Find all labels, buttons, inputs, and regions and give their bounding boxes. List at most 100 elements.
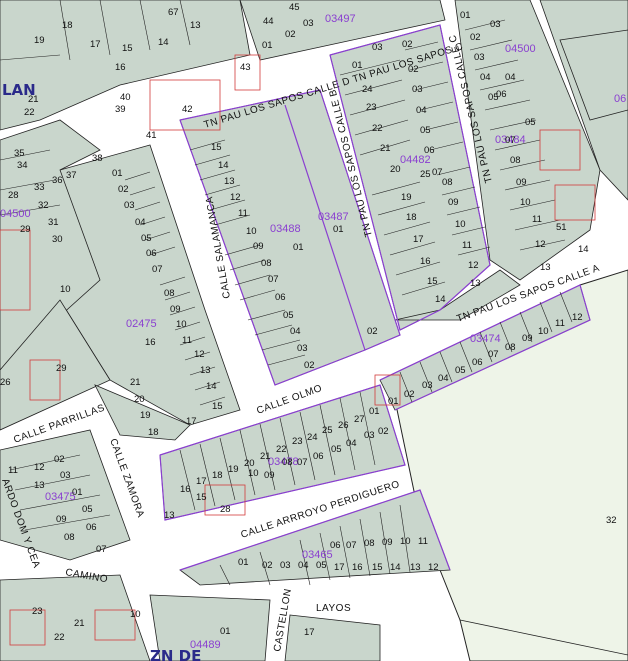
lot-number: 13	[540, 262, 551, 273]
lot-number: 32	[38, 200, 49, 211]
lot-number: 10	[60, 284, 71, 295]
lot-number: 09	[522, 333, 533, 344]
cadastral-map[interactable]: TN PAU LOS SAPOS CALLE D TN PAU LOS SAPO…	[0, 0, 628, 661]
lot-number: 04	[416, 105, 427, 116]
lot-number: 14	[218, 160, 229, 171]
lot-number: 06	[424, 145, 435, 156]
lot-number: 22	[24, 107, 35, 118]
lot-number: 02	[408, 64, 419, 75]
lot-number: 02	[285, 29, 296, 40]
lot-number: 09	[56, 514, 67, 525]
lot-number: 15	[427, 276, 438, 287]
lot-number: 42	[182, 104, 193, 115]
lot-number: 02	[402, 39, 413, 50]
lot-number: 34	[17, 160, 28, 171]
lot-number: 10	[538, 326, 549, 337]
lot-number: 37	[66, 170, 77, 181]
lot-number: 11	[182, 335, 192, 346]
lot-number: 20	[390, 164, 401, 175]
lot-number: 05	[455, 365, 466, 376]
lot-number: 21	[28, 94, 39, 105]
lot-number: 13	[164, 510, 175, 521]
lot-number: 06	[146, 248, 157, 259]
lot-number: 35	[14, 148, 25, 159]
lot-number: 03	[474, 52, 485, 63]
lot-number: 01	[72, 487, 83, 498]
lot-number: 08	[364, 538, 375, 549]
lot-number: 14	[206, 381, 217, 392]
lot-number: 16	[352, 562, 363, 573]
lot-number: 33	[34, 182, 45, 193]
lot-number: 43	[240, 62, 251, 73]
lot-number: 02	[470, 32, 481, 43]
block-label: 04500	[505, 43, 536, 55]
lot-number: 13	[410, 562, 421, 573]
lot-number: 17	[196, 476, 207, 487]
lot-number: 07	[432, 167, 443, 178]
lot-number: 07	[96, 544, 107, 555]
lot-number: 18	[212, 470, 223, 481]
lot-number: 09	[253, 241, 264, 252]
lot-number: 18	[148, 427, 159, 438]
lot-number: 08	[505, 342, 516, 353]
lot-number: 22	[372, 123, 383, 134]
lot-number: 40	[120, 92, 131, 103]
block-label: 06	[614, 93, 626, 105]
lot-number: 14	[435, 294, 446, 305]
lot-number: 39	[115, 104, 126, 115]
lot-number: 05	[283, 310, 294, 321]
lot-number: 11	[532, 214, 542, 225]
lot-number: 29	[20, 224, 31, 235]
block-label: 03475	[45, 491, 76, 503]
block-label: 04489	[190, 639, 221, 651]
lot-number: 02	[118, 184, 129, 195]
lot-number: 03	[280, 560, 291, 571]
lot-number: 09	[516, 177, 527, 188]
lot-number: 07	[346, 540, 357, 551]
lot-number: 06	[496, 89, 507, 100]
lot-number: 10	[455, 219, 466, 230]
lot-number: 08	[442, 177, 453, 188]
lot-number: 45	[289, 2, 300, 13]
lot-number: 03	[303, 18, 314, 29]
lot-number: 05	[331, 444, 342, 455]
lot-number: 08	[510, 155, 521, 166]
lot-number: 06	[330, 540, 341, 551]
lot-number: 07	[488, 349, 499, 360]
lot-number: 11	[238, 208, 248, 219]
block-label: 03474	[470, 333, 501, 345]
lot-number: 30	[52, 234, 63, 245]
lot-number: 10	[176, 319, 187, 330]
lot-number: 03	[124, 200, 135, 211]
lot-number: 05	[525, 117, 536, 128]
lot-number: 09	[448, 197, 459, 208]
lot-number: 13	[190, 20, 201, 31]
lot-number: 67	[168, 7, 179, 18]
lot-number: 14	[390, 562, 401, 573]
lot-number: 10	[400, 536, 411, 547]
lot-number: 23	[32, 606, 43, 617]
lot-number: 02	[378, 426, 389, 437]
lot-number: 05	[141, 233, 152, 244]
lot-number: 03	[297, 343, 308, 354]
lot-number: 06	[472, 357, 483, 368]
lot-number: 04	[505, 72, 516, 83]
lot-number: 08	[164, 288, 175, 299]
lot-number: 04	[298, 560, 309, 571]
lot-number: 07	[297, 457, 308, 468]
lot-number: 15	[196, 492, 207, 503]
lot-number: 03	[372, 42, 383, 53]
lot-number: 01	[293, 242, 304, 253]
lot-number: 12	[572, 312, 583, 323]
lot-number: 27	[354, 414, 365, 425]
lot-number: 03	[60, 470, 71, 481]
lot-number: 21	[130, 377, 141, 388]
lot-number: 03	[364, 430, 375, 441]
lot-number: 15	[212, 401, 223, 412]
lot-number: 10	[248, 468, 259, 479]
lot-number: 04	[346, 438, 357, 449]
lot-number: 02	[304, 360, 315, 371]
lot-number: 17	[90, 39, 101, 50]
lot-number: 28	[220, 504, 231, 515]
lot-number: 05	[316, 560, 327, 571]
